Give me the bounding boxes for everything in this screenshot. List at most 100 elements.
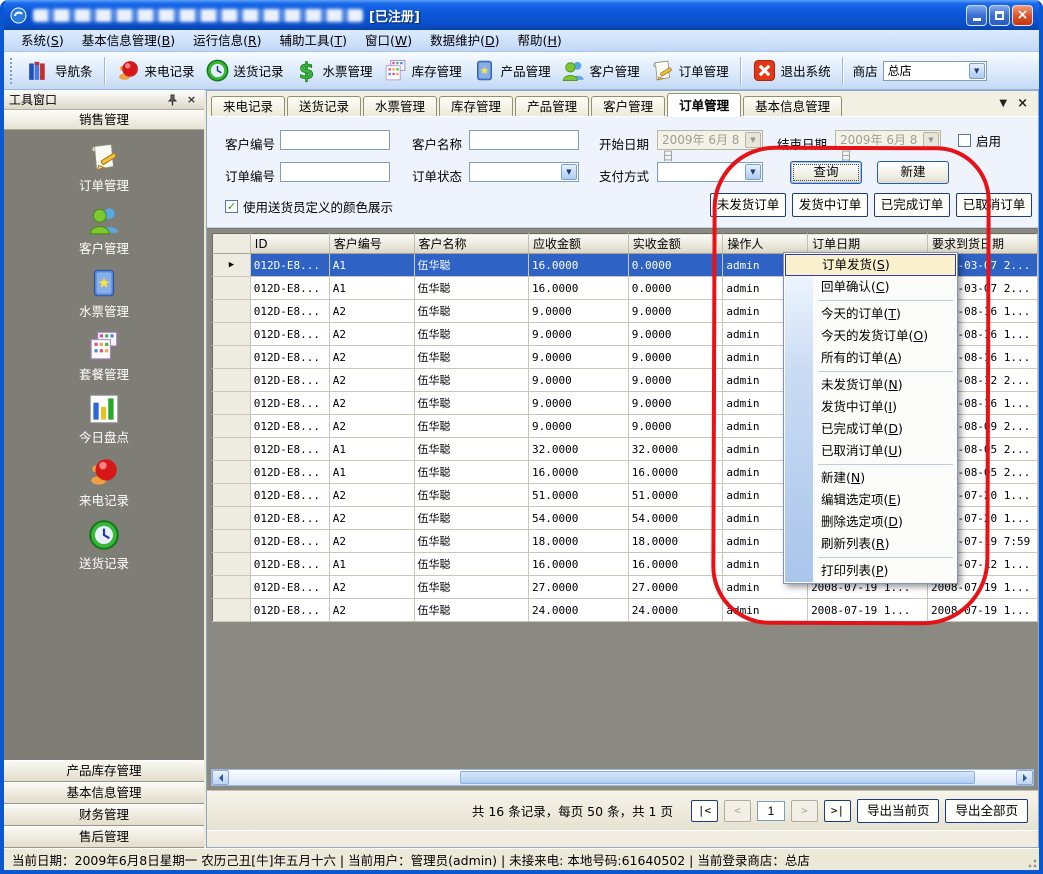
cell-receivable[interactable]: 32.0000 [529, 438, 629, 461]
order-status-combobox[interactable]: ▼ [469, 162, 579, 182]
tab-list-dropdown-icon[interactable]: ▼ [999, 99, 1007, 109]
enable-checkbox[interactable] [958, 134, 971, 147]
context-menu-item[interactable]: 刷新列表(R) [785, 533, 956, 555]
shop-combobox[interactable]: 总店 ▼ [883, 61, 987, 81]
cell-receivable[interactable]: 16.0000 [529, 254, 629, 277]
export-all-pages-button[interactable]: 导出全部页 [945, 799, 1028, 823]
context-menu-item[interactable]: 回单确认(C) [785, 276, 956, 298]
toolbar-button-customer[interactable]: 客户管理 [556, 56, 645, 85]
cell-id[interactable]: 012D-E8... [250, 392, 329, 415]
cell-customer-no[interactable]: A2 [329, 300, 414, 323]
chevron-down-icon[interactable]: ▼ [745, 164, 761, 180]
tab[interactable]: 水票管理 [363, 96, 437, 116]
cell-customer-no[interactable]: A1 [329, 553, 414, 576]
sidebar-group-bar[interactable]: 产品库存管理 [4, 760, 204, 782]
tab[interactable]: 客户管理 [591, 96, 665, 116]
cell-id[interactable]: 012D-E8... [250, 438, 329, 461]
order-no-input[interactable] [280, 162, 390, 182]
row-selector-cell[interactable] [213, 392, 251, 415]
cell-id[interactable]: 012D-E8... [250, 323, 329, 346]
menu-item[interactable]: 运行信息(R) [184, 30, 270, 51]
toolbar-button-call-records[interactable]: 来电记录 [111, 56, 200, 85]
cell-customer-no[interactable]: A2 [329, 369, 414, 392]
status-filter-button[interactable]: 发货中订单 [792, 193, 868, 217]
cell-customer-name[interactable]: 伍华聪 [414, 461, 529, 484]
toolbar-button-product[interactable]: 产品管理 [467, 56, 556, 85]
tab[interactable]: 来电记录 [211, 96, 285, 116]
row-selector-cell[interactable] [213, 576, 251, 599]
tab[interactable]: 订单管理 [667, 93, 741, 117]
cell-customer-name[interactable]: 伍华聪 [414, 553, 529, 576]
cell-customer-name[interactable]: 伍华聪 [414, 576, 529, 599]
sidebar-group-bar[interactable]: 财务管理 [4, 804, 204, 826]
tab[interactable]: 基本信息管理 [743, 96, 842, 116]
cell-customer-name[interactable]: 伍华聪 [414, 254, 529, 277]
cell-id[interactable]: 012D-E8... [250, 599, 329, 622]
cell-id[interactable]: 012D-E8... [250, 415, 329, 438]
cell-receivable[interactable]: 54.0000 [529, 507, 629, 530]
cell-receivable[interactable]: 9.0000 [529, 346, 629, 369]
column-header-receivable[interactable]: 应收金额 [529, 234, 629, 254]
cell-received[interactable]: 9.0000 [628, 369, 723, 392]
cell-id[interactable]: 012D-E8... [250, 300, 329, 323]
menu-item[interactable]: 辅助工具(T) [271, 30, 356, 51]
toolbar-button-water-ticket[interactable]: $ 水票管理 [289, 56, 378, 85]
row-selector-cell[interactable] [213, 461, 251, 484]
row-selector-cell[interactable] [213, 346, 251, 369]
status-filter-button[interactable]: 已取消订单 [956, 193, 1032, 217]
cell-customer-name[interactable]: 伍华聪 [414, 530, 529, 553]
maximize-button[interactable] [989, 5, 1010, 26]
close-button[interactable]: × [1012, 5, 1033, 26]
cell-customer-no[interactable]: A2 [329, 323, 414, 346]
column-header-received[interactable]: 实收金额 [628, 234, 723, 254]
cell-received[interactable]: 9.0000 [628, 392, 723, 415]
cell-received[interactable]: 9.0000 [628, 300, 723, 323]
cell-received[interactable]: 18.0000 [628, 530, 723, 553]
status-filter-button[interactable]: 已完成订单 [874, 193, 950, 217]
cell-id[interactable]: 012D-E8... [250, 576, 329, 599]
cell-received[interactable]: 32.0000 [628, 438, 723, 461]
cell-receivable[interactable]: 16.0000 [529, 277, 629, 300]
toolbar-button-navbar[interactable]: 导航条 [21, 56, 98, 85]
cell-customer-no[interactable]: A2 [329, 415, 414, 438]
row-selector-cell[interactable] [213, 530, 251, 553]
sidebar-item-daily-count[interactable]: 今日盘点 [79, 392, 129, 455]
page-number-input[interactable] [757, 801, 785, 821]
status-filter-button[interactable]: 未发货订单 [710, 193, 786, 217]
menu-item[interactable]: 系统(S) [12, 30, 73, 51]
cell-receivable[interactable]: 16.0000 [529, 461, 629, 484]
context-menu-item[interactable]: 打印列表(P) [785, 560, 956, 582]
scroll-left-button[interactable] [212, 770, 229, 785]
context-menu-item[interactable]: 编辑选定项(E) [785, 489, 956, 511]
prev-page-button[interactable]: < [724, 800, 751, 822]
cell-customer-name[interactable]: 伍华聪 [414, 323, 529, 346]
column-header-customer-name[interactable]: 客户名称 [414, 234, 529, 254]
cell-receivable[interactable]: 9.0000 [529, 415, 629, 438]
row-selector-cell[interactable] [213, 599, 251, 622]
row-selector-cell[interactable] [213, 415, 251, 438]
scrollbar-thumb[interactable] [460, 771, 975, 784]
cell-customer-no[interactable]: A1 [329, 277, 414, 300]
pin-button[interactable] [165, 92, 180, 107]
cell-customer-no[interactable]: A2 [329, 507, 414, 530]
context-menu-item[interactable]: 发货中订单(I) [785, 396, 956, 418]
last-page-button[interactable]: >| [824, 800, 851, 822]
cell-receivable[interactable]: 27.0000 [529, 576, 629, 599]
cell-customer-no[interactable]: A2 [329, 392, 414, 415]
cell-customer-name[interactable]: 伍华聪 [414, 599, 529, 622]
tab[interactable]: 送货记录 [287, 96, 361, 116]
sidebar-item-order[interactable]: 订单管理 [79, 140, 129, 203]
chevron-down-icon[interactable]: ▼ [561, 164, 577, 180]
row-selector-cell[interactable] [213, 300, 251, 323]
context-menu-item[interactable]: 今天的订单(T) [785, 303, 956, 325]
chevron-down-icon[interactable]: ▼ [969, 63, 985, 79]
tab[interactable]: 库存管理 [439, 96, 513, 116]
export-current-page-button[interactable]: 导出当前页 [857, 799, 940, 823]
toolbar-button-delivery-records[interactable]: 送货记录 [200, 56, 289, 85]
context-menu-item[interactable]: 已取消订单(U) [785, 440, 956, 462]
cell-received[interactable]: 24.0000 [628, 599, 723, 622]
cell-received[interactable]: 9.0000 [628, 346, 723, 369]
row-selector-cell[interactable]: ▶ [213, 254, 251, 277]
column-header-operator[interactable]: 操作人 [723, 234, 808, 254]
cell-id[interactable]: 012D-E8... [250, 369, 329, 392]
